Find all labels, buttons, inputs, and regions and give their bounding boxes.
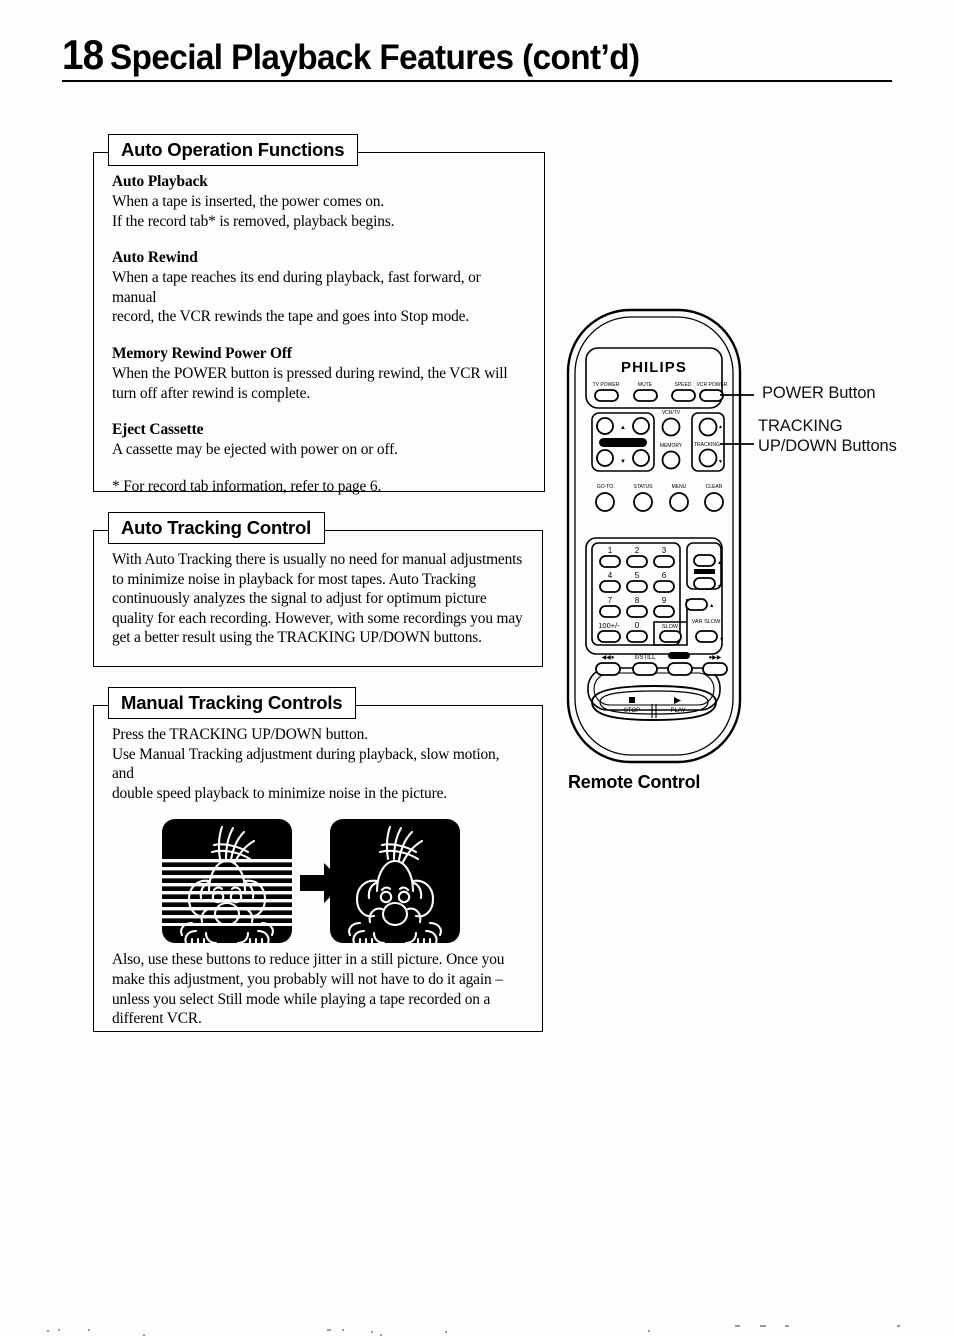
section-line: A cassette may be ejected with power on …	[112, 441, 398, 459]
svg-text:1: 1	[608, 546, 613, 555]
scan-speckle	[327, 1329, 331, 1331]
svg-text:STATUS: STATUS	[634, 484, 654, 490]
document-page: 18 Special Playback Features (cont’d) Au…	[0, 0, 954, 1336]
svg-text:SLOW: SLOW	[662, 624, 679, 630]
scan-speckle	[735, 1325, 740, 1327]
page-title: Special Playback Features (cont’d)	[109, 38, 640, 77]
section-line: When a tape reaches its end during playb…	[112, 269, 481, 306]
scan-speckle	[47, 1330, 49, 1332]
auto-tracking-control-tab: Auto Tracking Control	[108, 512, 326, 544]
remote-control-caption: Remote Control	[568, 772, 701, 792]
remote-control-figure: PHILIPS TV POWER MUTE SPEED VCR POWER ▲ …	[548, 300, 948, 820]
svg-text:▼: ▼	[719, 637, 724, 643]
section-heading-eject-cassette: Eject Cassette	[112, 421, 204, 439]
section-line: When the POWER button is pressed during …	[112, 364, 508, 382]
footnote: * For record tab information, refer to p…	[112, 477, 382, 495]
svg-text:6: 6	[662, 571, 667, 580]
svg-text:0: 0	[635, 621, 640, 630]
svg-text:5: 5	[635, 571, 640, 580]
scan-speckle	[785, 1325, 789, 1327]
svg-text:CLEAR: CLEAR	[706, 484, 723, 490]
callout-leader-lines	[720, 394, 754, 445]
svg-text:8: 8	[635, 596, 640, 605]
svg-text:▲: ▲	[709, 603, 714, 609]
intro-line: Press the TRACKING UP/DOWN button.	[112, 726, 368, 743]
scan-speckle	[445, 1331, 447, 1333]
svg-text:7: 7	[608, 596, 613, 605]
svg-text:TV POWER: TV POWER	[593, 382, 620, 388]
section-line: If the record tab* is removed, playback …	[112, 212, 395, 230]
svg-text:SPEED: SPEED	[675, 382, 692, 388]
section-line: turn off after rewind is complete.	[112, 384, 311, 402]
svg-text:▼: ▼	[620, 459, 626, 465]
auto-operation-functions-tab: Auto Operation Functions	[108, 134, 359, 166]
section-heading-auto-playback: Auto Playback	[112, 173, 208, 190]
svg-text:TRACKING: TRACKING	[694, 442, 720, 448]
scan-speckle	[760, 1325, 766, 1327]
manual-tracking-controls-tab: Manual Tracking Controls	[108, 687, 357, 719]
svg-text:VAR SLOW: VAR SLOW	[692, 619, 721, 625]
page-number: 18	[62, 31, 104, 78]
scan-speckle	[897, 1325, 900, 1327]
remote-brand-label: PHILIPS	[621, 359, 687, 376]
svg-text:9: 9	[662, 596, 667, 605]
svg-text:▼: ▼	[718, 459, 723, 465]
svg-text:VCR POWER: VCR POWER	[697, 382, 728, 388]
outro-line: unless you select Still mode while playi…	[112, 990, 491, 1008]
svg-text:PLAY: PLAY	[671, 708, 686, 714]
svg-text:3: 3	[662, 546, 667, 555]
svg-text:MUTE: MUTE	[638, 382, 653, 388]
auto-operation-functions-box: Auto Operation Functions Auto Playback W…	[93, 134, 545, 495]
outro-line: make this adjustment, you probably will …	[112, 970, 503, 988]
svg-text:STOP: STOP	[624, 708, 640, 714]
svg-text:▲: ▲	[717, 560, 722, 566]
auto-tracking-paragraph: With Auto Tracking there is usually no n…	[112, 551, 523, 647]
auto-operation-functions-body: Auto Playback When a tape is inserted, t…	[94, 153, 544, 508]
manual-tracking-controls-box: Manual Tracking Controls Press the TRACK…	[93, 687, 543, 1032]
clean-picture-screen	[330, 819, 460, 944]
svg-text:4: 4	[608, 571, 613, 580]
scan-speckle	[342, 1329, 344, 1331]
intro-line: Use Manual Tracking adjustment during pl…	[112, 745, 500, 783]
outro-line: Also, use these buttons to reduce jitter…	[112, 951, 505, 969]
auto-tracking-control-box: Auto Tracking Control With Auto Tracking…	[93, 512, 543, 667]
tracking-illustration	[112, 819, 524, 947]
svg-text:II/STILL: II/STILL	[634, 655, 656, 661]
svg-text:VCR/TV: VCR/TV	[662, 410, 681, 416]
svg-text:2: 2	[635, 546, 640, 555]
section-line: record, the VCR rewinds the tape and goe…	[112, 308, 470, 326]
page-header: 18 Special Playback Features (cont’d)	[62, 34, 892, 86]
svg-text:▲: ▲	[620, 425, 626, 431]
header-rule	[62, 80, 892, 82]
scan-speckle	[58, 1329, 60, 1331]
svg-text:MEMORY: MEMORY	[660, 443, 683, 449]
noisy-picture-screen	[162, 819, 292, 944]
power-button-callout: POWER Button	[762, 384, 876, 402]
svg-text:MENU: MENU	[672, 484, 687, 490]
svg-text:●▶▶: ●▶▶	[709, 655, 722, 661]
svg-text:GO-TO: GO-TO	[597, 484, 613, 490]
auto-tracking-control-body: With Auto Tracking there is usually no n…	[94, 531, 542, 660]
tracking-buttons-callout: TRACKING UP/DOWN Buttons	[758, 417, 897, 455]
scan-speckle	[371, 1331, 373, 1333]
svg-text:▲: ▲	[718, 424, 723, 430]
section-heading-memory-rewind-power-off: Memory Rewind Power Off	[112, 344, 292, 362]
svg-text:100+/-: 100+/-	[598, 621, 620, 630]
svg-text:▼: ▼	[717, 584, 722, 590]
section-line: When a tape is inserted, the power comes…	[112, 193, 385, 210]
scan-speckle	[88, 1329, 90, 1331]
scan-speckle	[648, 1330, 650, 1332]
manual-tracking-controls-body: Press the TRACKING UP/DOWN button. Use M…	[94, 706, 542, 1041]
intro-line: double speed playback to minimize noise …	[112, 784, 447, 802]
section-heading-auto-rewind: Auto Rewind	[112, 249, 198, 267]
outro-line: different VCR.	[112, 1010, 202, 1028]
svg-text:◀◀●: ◀◀●	[602, 655, 615, 661]
